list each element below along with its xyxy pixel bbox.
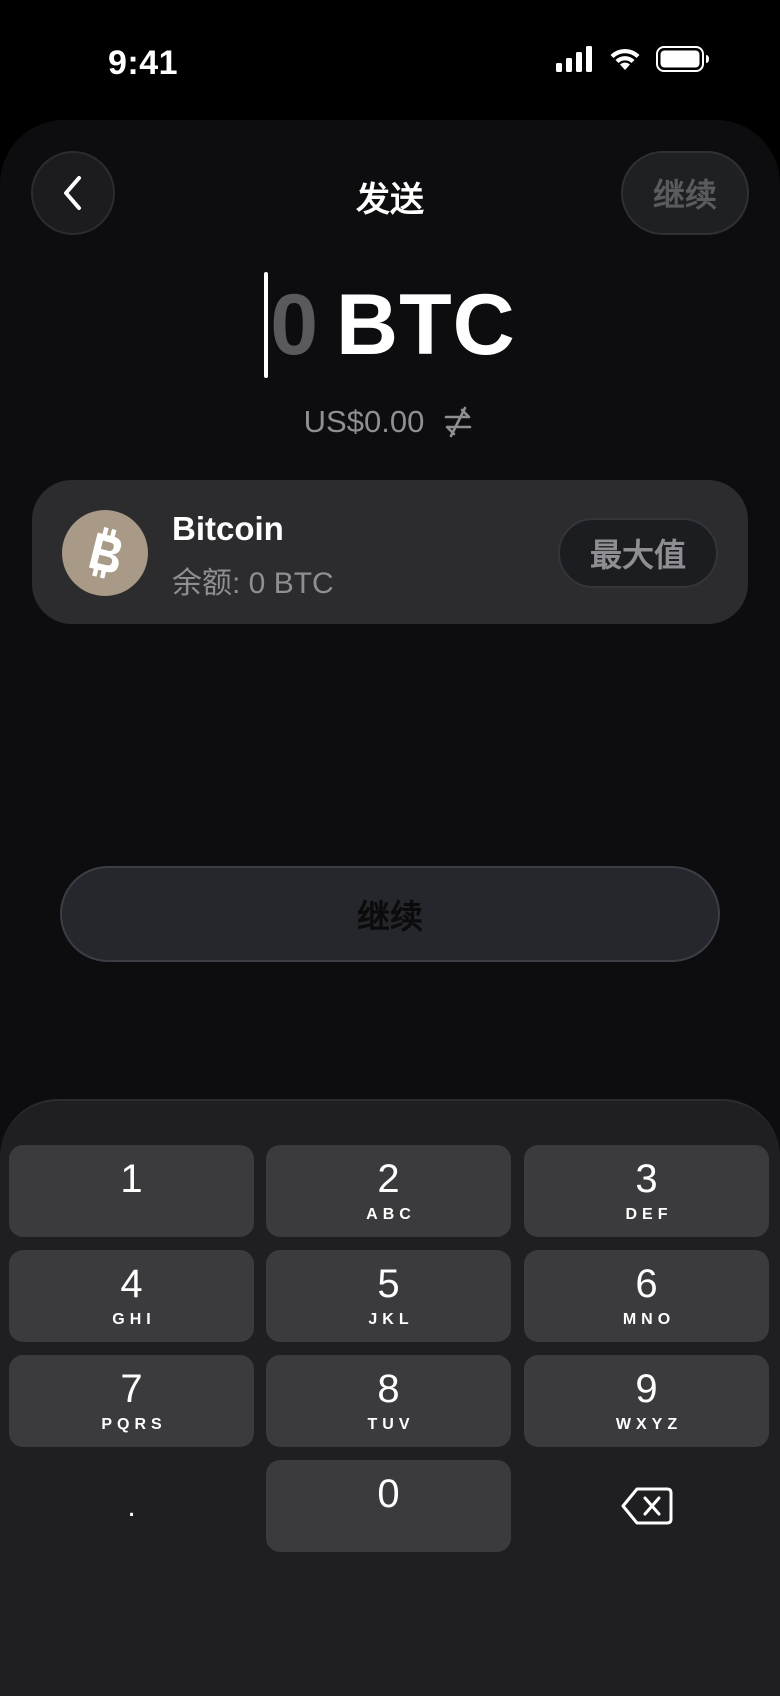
text-caret [264,272,269,378]
status-bar: 9:41 [0,0,780,120]
key-delete[interactable] [524,1460,769,1552]
asset-balance: 余额: 0 BTC [172,567,334,600]
key-8[interactable]: 8 TUV [266,1355,511,1447]
amount-unit: BTC [336,276,516,373]
asset-card[interactable]: Bitcoin 余额: 0 BTC 最大值 [32,480,748,624]
cellular-signal-icon [556,46,592,72]
key-0[interactable]: 0 [266,1460,511,1552]
numeric-keypad: 1 2 ABC 3 DEF 4 GHI 5 JKL 6 MNO 7 PQRS 8… [0,1099,780,1696]
status-time: 9:41 [108,44,179,82]
key-2[interactable]: 2 ABC [266,1145,511,1237]
bitcoin-icon [62,510,148,596]
amount-input[interactable]: 0 BTC [0,270,780,380]
key-5[interactable]: 5 JKL [266,1250,511,1342]
fiat-value: US$0.00 [303,404,425,439]
key-3[interactable]: 3 DEF [524,1145,769,1237]
key-9[interactable]: 9 WXYZ [524,1355,769,1447]
wifi-icon [610,48,640,70]
amount-value: 0 [270,276,319,373]
swap-arrows-icon[interactable] [440,404,476,440]
key-7[interactable]: 7 PQRS [9,1355,254,1447]
max-amount-button[interactable]: 最大值 [558,518,718,588]
key-4[interactable]: 4 GHI [9,1250,254,1342]
key-6[interactable]: 6 MNO [524,1250,769,1342]
continue-button[interactable]: 继续 [60,866,720,962]
key-decimal[interactable]: . [9,1460,254,1552]
key-1[interactable]: 1 [9,1145,254,1237]
asset-name: Bitcoin [172,510,284,547]
status-icons [556,46,710,72]
header-continue-button[interactable]: 继续 [621,151,749,235]
fiat-row: US$0.00 [0,404,780,440]
battery-icon [656,46,709,72]
backspace-icon [621,1487,672,1525]
